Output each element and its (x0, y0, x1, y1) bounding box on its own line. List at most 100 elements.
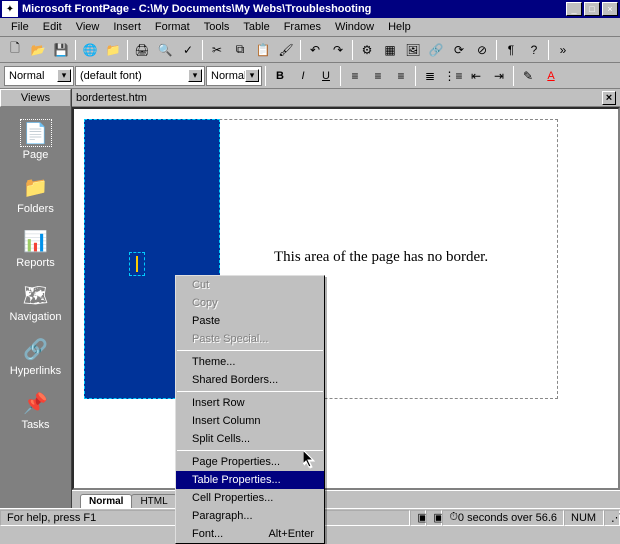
tab-html[interactable]: HTML (131, 494, 176, 508)
ctx-separator (177, 350, 323, 351)
status-num: NUM (564, 510, 604, 526)
print-button[interactable]: 🖨 (131, 39, 153, 61)
ctx-shared-borders[interactable]: Shared Borders... (176, 371, 324, 389)
bold-button[interactable]: B (269, 65, 291, 87)
ctx-paste[interactable]: Paste (176, 312, 324, 330)
views-bar: Views 📄Page 📁Folders 📊Reports 🗺Navigatio… (0, 89, 72, 508)
ctx-table-properties[interactable]: Table Properties... (176, 471, 324, 489)
menu-window[interactable]: Window (328, 19, 381, 35)
status-icon-2: ▣ (426, 510, 442, 526)
indent-button[interactable]: ⇥ (488, 65, 510, 87)
italic-button[interactable]: I (292, 65, 314, 87)
standard-toolbar: 🗋 📂 💾 🌐 📁 🖨 🔍 ✓ ✂ ⧉ 📋 🖌 ↶ ↷ ⚙ ▦ 🖼 🔗 ⟳ ⊘ … (0, 37, 620, 63)
view-folders[interactable]: 📁Folders (0, 167, 71, 221)
view-mode-tabs: Normal HTML Preview (72, 490, 620, 508)
close-button[interactable]: × (602, 2, 618, 16)
stop-button[interactable]: ⊘ (471, 39, 493, 61)
save-button[interactable]: 💾 (50, 39, 72, 61)
folders-icon: 📁 (20, 173, 52, 201)
hyperlinks-icon: 🔗 (20, 335, 52, 363)
numbered-list-button[interactable]: ≣ (419, 65, 441, 87)
minimize-button[interactable]: _ (566, 2, 582, 16)
hyperlink-button[interactable]: 🔗 (425, 39, 447, 61)
ctx-insert-column[interactable]: Insert Column (176, 412, 324, 430)
views-title: Views (0, 89, 71, 107)
cut-button[interactable]: ✂ (206, 39, 228, 61)
help-button[interactable]: ? (523, 39, 545, 61)
ctx-theme[interactable]: Theme... (176, 353, 324, 371)
folder-button[interactable]: 📁 (102, 39, 124, 61)
menu-format[interactable]: Format (148, 19, 197, 35)
ctx-paste-special: Paste Special... (176, 330, 324, 348)
ctx-copy: Copy (176, 294, 324, 312)
show-all-button[interactable]: ¶ (500, 39, 522, 61)
document-tab-bar: bordertest.htm × (72, 89, 620, 107)
refresh-button[interactable]: ⟳ (448, 39, 470, 61)
title-bar: ✦ Microsoft FrontPage - C:\My Documents\… (0, 0, 620, 18)
menu-frames[interactable]: Frames (277, 19, 328, 35)
status-icon-1: ▣ (410, 510, 426, 526)
undo-button[interactable]: ↶ (304, 39, 326, 61)
formatting-toolbar: Normal (default font) Normal B I U ≡ ≡ ≡… (0, 63, 620, 89)
document-close-button[interactable]: × (602, 91, 616, 105)
ctx-split-cells[interactable]: Split Cells... (176, 430, 324, 448)
menu-tools[interactable]: Tools (197, 19, 237, 35)
highlight-button[interactable]: ✎ (517, 65, 539, 87)
reports-icon: 📊 (20, 227, 52, 255)
view-hyperlinks[interactable]: 🔗Hyperlinks (0, 329, 71, 383)
publish-button[interactable]: 🌐 (79, 39, 101, 61)
ctx-insert-row[interactable]: Insert Row (176, 394, 324, 412)
ctx-separator (177, 450, 323, 451)
ctx-page-properties[interactable]: Page Properties... (176, 453, 324, 471)
copy-button[interactable]: ⧉ (229, 39, 251, 61)
context-menu: Cut Copy Paste Paste Special... Theme...… (175, 275, 325, 544)
app-icon: ✦ (2, 1, 18, 17)
align-right-button[interactable]: ≡ (390, 65, 412, 87)
ctx-paragraph[interactable]: Paragraph... (176, 507, 324, 525)
menu-table[interactable]: Table (236, 19, 276, 35)
tasks-icon: 📌 (20, 389, 52, 417)
outdent-button[interactable]: ⇤ (465, 65, 487, 87)
maximize-button[interactable]: □ (584, 2, 600, 16)
redo-button[interactable]: ↷ (327, 39, 349, 61)
more-button[interactable]: » (552, 39, 574, 61)
document-filename: bordertest.htm (76, 92, 602, 104)
tab-normal[interactable]: Normal (80, 494, 132, 508)
text-caret (129, 252, 145, 276)
paste-button[interactable]: 📋 (252, 39, 274, 61)
menu-edit[interactable]: Edit (36, 19, 69, 35)
underline-button[interactable]: U (315, 65, 337, 87)
view-navigation[interactable]: 🗺Navigation (0, 275, 71, 329)
open-button[interactable]: 📂 (27, 39, 49, 61)
component-button[interactable]: ⚙ (356, 39, 378, 61)
ctx-cut: Cut (176, 276, 324, 294)
new-button[interactable]: 🗋 (4, 39, 26, 61)
bullet-list-button[interactable]: ⋮≡ (442, 65, 464, 87)
preview-button[interactable]: 🔍 (154, 39, 176, 61)
view-page[interactable]: 📄Page (0, 113, 71, 167)
style-dropdown[interactable]: Normal (4, 66, 74, 86)
table-button[interactable]: ▦ (379, 39, 401, 61)
format-painter-button[interactable]: 🖌 (275, 39, 297, 61)
spell-button[interactable]: ✓ (177, 39, 199, 61)
page-body-text: This area of the page has no border. (274, 249, 488, 266)
font-color-button[interactable]: A (540, 65, 562, 87)
menu-help[interactable]: Help (381, 19, 418, 35)
menu-file[interactable]: File (4, 19, 36, 35)
window-title: Microsoft FrontPage - C:\My Documents\My… (22, 3, 566, 15)
ctx-font[interactable]: Font...Alt+Enter (176, 525, 324, 543)
menu-bar: File Edit View Insert Format Tools Table… (0, 18, 620, 37)
align-left-button[interactable]: ≡ (344, 65, 366, 87)
view-reports[interactable]: 📊Reports (0, 221, 71, 275)
menu-view[interactable]: View (69, 19, 107, 35)
menu-insert[interactable]: Insert (106, 19, 148, 35)
document-area: bordertest.htm × This area of the page h… (72, 89, 620, 508)
status-timing: ⏱ 0 seconds over 56.6 (442, 510, 564, 526)
editor-canvas[interactable]: This area of the page has no border. (72, 107, 620, 490)
view-tasks[interactable]: 📌Tasks (0, 383, 71, 437)
font-dropdown[interactable]: (default font) (75, 66, 205, 86)
size-dropdown[interactable]: Normal (206, 66, 262, 86)
ctx-cell-properties[interactable]: Cell Properties... (176, 489, 324, 507)
image-button[interactable]: 🖼 (402, 39, 424, 61)
align-center-button[interactable]: ≡ (367, 65, 389, 87)
